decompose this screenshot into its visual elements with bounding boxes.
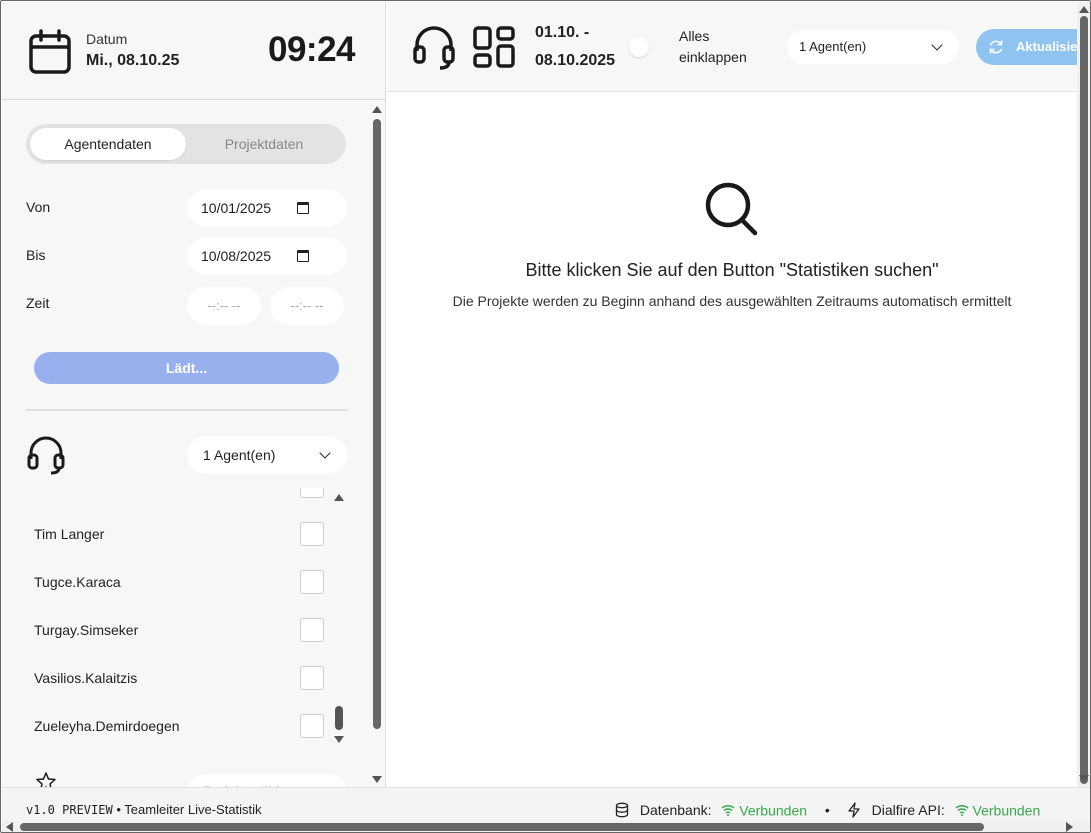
app-window: Datum Mi., 08.10.25 09:24 Agentendaten P… (0, 0, 1091, 833)
agent-list-scrollbar[interactable] (332, 492, 346, 746)
clock: 09:24 (268, 30, 356, 69)
collapse-label: Alles (679, 28, 710, 44)
agent-checkbox[interactable] (300, 666, 324, 690)
header-agent-select-value: 1 Agent(en) (799, 39, 867, 54)
calendar-picker-icon[interactable] (297, 202, 309, 214)
app-name: Teamleiter Live-Statistik (124, 802, 262, 817)
agent-select-value: 1 Agent(en) (203, 447, 276, 463)
scroll-up-icon[interactable] (1079, 6, 1089, 13)
chevron-down-icon (319, 447, 331, 459)
status-bar: v1.0 PREVIEW • Teamleiter Live-Statistik… (2, 787, 1090, 821)
scroll-thumb[interactable] (1080, 16, 1088, 784)
divider (26, 409, 348, 411)
refresh-button[interactable]: Aktualisieren (976, 29, 1077, 65)
collapse-label-2: einklappen (679, 49, 747, 65)
load-button[interactable]: Lädt... (34, 352, 339, 384)
scroll-right-icon[interactable] (1066, 822, 1073, 832)
to-label: Bis (26, 247, 46, 263)
agent-name: Zueleyha.Demirdoegen (34, 718, 180, 734)
date-range-end: 08.10.2025 (535, 52, 616, 69)
agent-name: Tim Langer (34, 526, 105, 542)
empty-state-title: Bitte klicken Sie auf den Button "Statis… (525, 260, 939, 280)
project-select[interactable]: Projekt wählen (187, 774, 347, 788)
scroll-thumb[interactable] (335, 706, 343, 730)
horizontal-scrollbar[interactable] (2, 821, 1090, 832)
main-header: 01.10. - 08.10.2025 Alles einklappen 1 A… (387, 2, 1077, 92)
agent-checkbox[interactable] (300, 570, 324, 594)
tab-projektdaten[interactable]: Projektdaten (186, 128, 342, 160)
header-agent-select[interactable]: 1 Agent(en) (787, 30, 959, 64)
agent-name: Vasilios.Kalaitzis (34, 670, 138, 686)
scroll-down-icon[interactable] (334, 736, 344, 743)
from-date-value: 10/01/2025 (201, 200, 272, 216)
agent-name: Turgay.Simseker (34, 622, 139, 638)
agent-select[interactable]: 1 Agent(en) (187, 436, 347, 474)
collapse-toggle[interactable] (629, 37, 649, 57)
time-from-input[interactable]: --:-- -- (187, 287, 261, 325)
db-label: Datenbank: (639, 802, 712, 819)
scroll-down-icon[interactable] (1079, 775, 1089, 782)
sidebar: Datum Mi., 08.10.25 09:24 Agentendaten P… (2, 2, 386, 792)
tab-agentendaten[interactable]: Agentendaten (30, 128, 186, 160)
agent-checkbox[interactable] (300, 522, 324, 546)
agent-name: Tugce.Karaca (34, 574, 121, 590)
scroll-up-icon[interactable] (334, 494, 344, 501)
api-status: Verbunden (972, 802, 1041, 819)
agent-checkbox[interactable] (300, 488, 324, 498)
wifi-icon (721, 805, 735, 817)
dashboard-icon[interactable] (473, 26, 515, 68)
scroll-thumb[interactable] (373, 119, 381, 729)
wifi-icon (955, 805, 969, 817)
refresh-label: Aktualisieren (1016, 39, 1077, 54)
date-label: Datum (86, 31, 128, 47)
main-scrollbar[interactable] (1077, 2, 1090, 787)
headset-icon (413, 26, 455, 70)
db-status: Verbunden (739, 802, 808, 819)
headset-icon (27, 436, 65, 475)
scroll-left-icon[interactable] (6, 822, 13, 832)
empty-state-subtitle: Die Projekte werden zu Beginn anhand des… (452, 293, 1012, 309)
sidebar-header: Datum Mi., 08.10.25 09:24 (2, 2, 386, 100)
scroll-up-icon[interactable] (372, 106, 382, 113)
footer-app-info: v1.0 PREVIEW • Teamleiter Live-Statistik (26, 802, 262, 817)
lightning-icon (848, 802, 860, 818)
from-date-input[interactable]: 10/01/2025 (187, 189, 347, 227)
agent-checkbox[interactable] (300, 618, 324, 642)
version-label: v1.0 PREVIEW (26, 803, 113, 817)
data-type-switch: Agentendaten Projektdaten (26, 124, 346, 164)
footer-separator: • (116, 802, 121, 817)
scroll-down-icon[interactable] (372, 776, 382, 783)
footer-separator-2: • (824, 802, 830, 819)
calendar-picker-icon[interactable] (297, 250, 309, 262)
agent-list: Tim Langer Tugce.Karaca Turgay.Simseker … (26, 488, 348, 746)
api-label: Dialfire API: (871, 802, 945, 819)
time-to-input[interactable]: --:-- -- (270, 287, 344, 325)
project-select-placeholder: Projekt wählen (187, 774, 347, 788)
to-date-input[interactable]: 10/08/2025 (187, 237, 347, 275)
agent-checkbox[interactable] (300, 714, 324, 738)
database-icon (615, 802, 629, 818)
calendar-icon (29, 29, 71, 74)
sidebar-scrollbar[interactable] (369, 103, 385, 788)
scroll-thumb[interactable] (20, 823, 984, 831)
search-icon (705, 182, 758, 236)
to-date-value: 10/08/2025 (201, 248, 272, 264)
chevron-down-icon (931, 39, 943, 51)
date-range-start: 01.10. - (535, 24, 590, 41)
connection-status: Datenbank: Verbunden • Dialfire API: Ver… (614, 801, 1040, 818)
from-label: Von (26, 199, 51, 215)
time-label: Zeit (26, 295, 50, 311)
refresh-icon (989, 40, 1003, 54)
date-value: Mi., 08.10.25 (86, 52, 180, 69)
